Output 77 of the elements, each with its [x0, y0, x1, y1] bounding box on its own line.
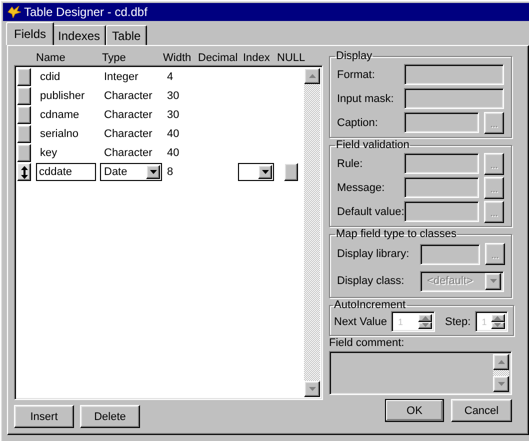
- table-cell-text: 40: [166, 128, 180, 140]
- down-arrow-icon: [498, 382, 504, 386]
- app-icon: [7, 6, 21, 18]
- field-label: Message:: [337, 182, 386, 194]
- tab[interactable]: Table: [106, 25, 147, 45]
- input-field[interactable]: [404, 201, 479, 222]
- field-label: Next Value: [334, 316, 387, 328]
- table-cell-text: key: [39, 147, 58, 159]
- type-dropdown[interactable]: Date: [100, 163, 162, 181]
- row-selector[interactable]: [17, 163, 31, 181]
- action-button[interactable]: Insert: [14, 405, 74, 428]
- field-label: Rule:: [337, 158, 364, 170]
- row-pointer-icon: [20, 166, 28, 178]
- null-toggle[interactable]: [284, 163, 298, 181]
- table-cell-text: serialno: [39, 128, 80, 140]
- down-arrow-icon: [494, 323, 502, 328]
- row-selector[interactable]: [17, 144, 31, 162]
- column-header: Width: [163, 52, 192, 64]
- table-cell-text: Integer: [103, 71, 140, 83]
- table-cell-text: Character: [103, 90, 154, 102]
- index-dropdown[interactable]: [238, 163, 274, 181]
- field-label: Input mask:: [337, 92, 395, 104]
- up-arrow-icon: [422, 316, 428, 320]
- table-cell-text: Character: [103, 109, 154, 121]
- group-title: AutoIncrement: [333, 299, 407, 311]
- down-arrow-icon: [262, 170, 268, 174]
- name-input[interactable]: cddate: [36, 163, 96, 181]
- input-field[interactable]: [420, 244, 480, 264]
- table-cell-text: cdid: [39, 71, 62, 83]
- down-arrow-icon: [490, 279, 496, 283]
- table-cell-text: 30: [166, 90, 180, 102]
- up-arrow-icon: [308, 74, 316, 78]
- input-field[interactable]: [404, 88, 504, 109]
- column-header: Type: [102, 52, 127, 64]
- input-field[interactable]: [404, 112, 479, 133]
- table-cell-text: 40: [166, 147, 180, 159]
- column-header: Name: [36, 52, 66, 64]
- down-arrow-icon: [150, 170, 156, 174]
- comment-field[interactable]: [329, 351, 512, 395]
- field-label: Display library:: [337, 248, 410, 260]
- down-arrow-icon: [308, 387, 316, 391]
- input-field[interactable]: [404, 177, 479, 198]
- table-cell-text: 4: [166, 71, 174, 83]
- field-label: Display class:: [337, 275, 406, 287]
- tab[interactable]: Fields: [6, 22, 54, 45]
- input-field[interactable]: [404, 64, 504, 85]
- window-title: Table Designer - cd.dbf: [24, 5, 148, 19]
- field-label: Default value:: [337, 206, 404, 218]
- field-label: Caption:: [337, 116, 379, 128]
- field-label: Field comment:: [329, 337, 406, 350]
- group-title: Field validation: [335, 139, 410, 151]
- up-arrow-icon: [498, 360, 504, 364]
- table-cell-text: 30: [166, 109, 180, 121]
- vertical-scrollbar[interactable]: [304, 68, 320, 397]
- column-header: NULL: [277, 52, 306, 64]
- field-label: Format:: [337, 68, 376, 80]
- column-header: Index: [243, 52, 271, 64]
- action-button[interactable]: Delete: [80, 405, 140, 428]
- table-cell-text: publisher: [39, 90, 86, 102]
- group-title: Display: [335, 50, 374, 62]
- down-arrow-icon: [422, 323, 428, 328]
- field-label: Step:: [445, 316, 471, 328]
- row-selector[interactable]: [17, 125, 31, 143]
- cancel-button[interactable]: Cancel: [451, 399, 512, 422]
- group-title: Map field type to classes: [335, 228, 458, 240]
- up-arrow-icon: [494, 316, 502, 320]
- table-cell-text: Character: [103, 147, 154, 159]
- row-selector[interactable]: [17, 87, 31, 105]
- row-selector[interactable]: [17, 68, 31, 86]
- column-header: Decimal: [198, 52, 239, 64]
- ok-button[interactable]: OK: [385, 399, 444, 422]
- table-cell-text: cdname: [39, 109, 80, 121]
- table-cell-text: Character: [103, 128, 154, 140]
- table-cell-text: 8: [166, 166, 174, 178]
- row-selector[interactable]: [17, 106, 31, 124]
- tab[interactable]: Indexes: [52, 25, 106, 45]
- input-field[interactable]: [404, 153, 479, 174]
